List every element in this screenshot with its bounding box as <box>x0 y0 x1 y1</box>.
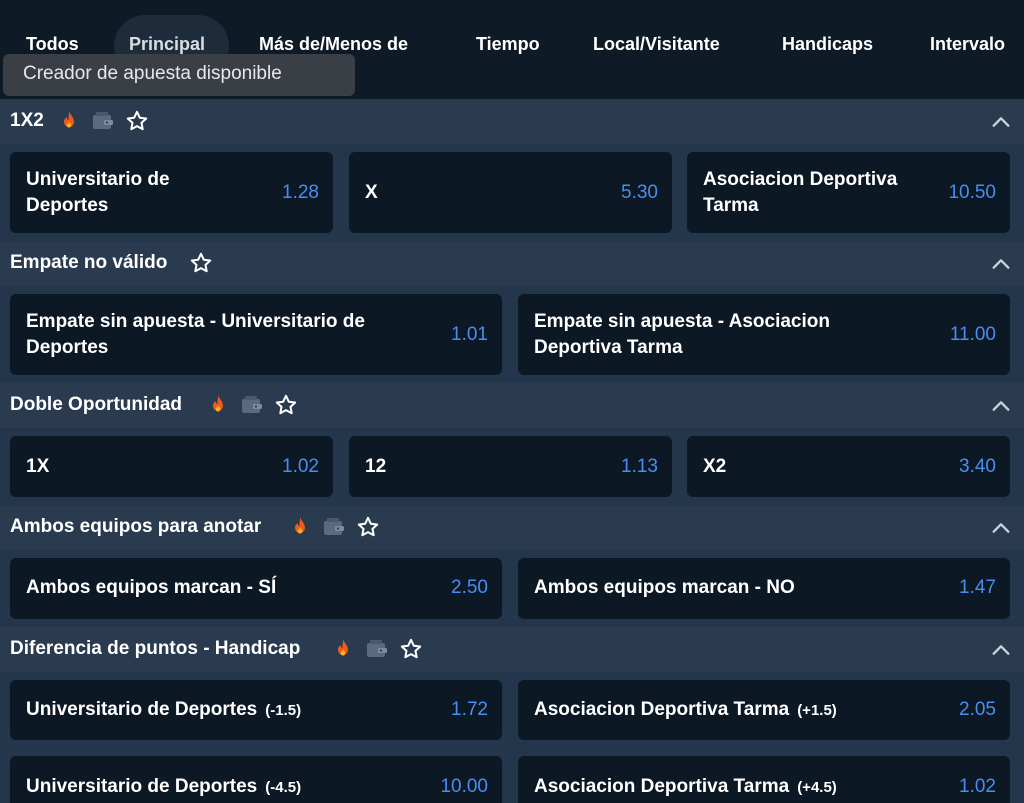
chevron-up-icon[interactable] <box>990 253 1012 275</box>
chevron-up-icon[interactable] <box>990 639 1012 661</box>
odds-cell[interactable]: X 5.30 <box>349 152 672 233</box>
star-icon[interactable] <box>399 637 423 661</box>
tab-principal[interactable]: Principal <box>129 34 205 55</box>
handicap-line: (-4.5) <box>265 779 302 796</box>
odds-value: 1.47 <box>959 577 996 598</box>
star-icon[interactable] <box>274 393 298 417</box>
star-icon[interactable] <box>356 515 380 539</box>
handicap-line: (-1.5) <box>265 702 302 719</box>
odds-cell[interactable]: X2 3.40 <box>687 436 1010 497</box>
odds-value: 1.01 <box>451 324 488 345</box>
selection-label: X <box>365 182 378 203</box>
chevron-up-icon[interactable] <box>990 517 1012 539</box>
fire-icon <box>331 637 355 661</box>
odds-cell[interactable]: Universitario de Deportes 1.28 <box>10 152 333 233</box>
odds-cell[interactable]: Empate sin apuesta - Universitario de De… <box>10 294 502 375</box>
section-header-empate-no-valido[interactable]: Empate no válido <box>0 241 1024 286</box>
handicap-line: (+4.5) <box>797 779 837 796</box>
selection-label: 1X <box>26 456 50 477</box>
selection-label: Empate sin apuesta - Universitario de De… <box>26 311 365 358</box>
wallet-icon <box>365 637 389 661</box>
section-body-empate-no-valido: Empate sin apuesta - Universitario de De… <box>0 286 1024 383</box>
team-name: Asociacion Deportiva Tarma <box>534 699 790 720</box>
odds-cell[interactable]: Empate sin apuesta - Asociacion Deportiv… <box>518 294 1010 375</box>
tab-intervalo[interactable]: Intervalo <box>930 34 1024 55</box>
odds-cell[interactable]: Asociacion Deportiva Tarma 10.50 <box>687 152 1010 233</box>
odds-value: 1.02 <box>959 776 996 797</box>
star-icon[interactable] <box>125 109 149 133</box>
odds-value: 2.05 <box>959 699 996 720</box>
selection-label: Universitario de Deportes (-4.5) <box>26 774 301 801</box>
odds-value: 1.28 <box>282 182 319 203</box>
section-header-ambos-equipos[interactable]: Ambos equipos para anotar <box>0 505 1024 550</box>
chevron-up-icon[interactable] <box>990 395 1012 417</box>
team-name: Universitario de Deportes <box>26 699 258 720</box>
odds-cell[interactable]: 1X 1.02 <box>10 436 333 497</box>
section-header-handicap[interactable]: Diferencia de puntos - Handicap <box>0 627 1024 672</box>
tab-todos[interactable]: Todos <box>26 34 79 55</box>
odds-value: 5.30 <box>621 182 658 203</box>
selection-label: Ambos equipos marcan - NO <box>534 577 795 598</box>
tab-local-visitante[interactable]: Local/Visitante <box>593 34 720 55</box>
odds-value: 1.02 <box>282 456 319 477</box>
fire-icon <box>206 393 230 417</box>
section-title: Diferencia de puntos - Handicap <box>10 638 301 659</box>
odds-value: 10.00 <box>440 776 488 797</box>
tab-handicaps[interactable]: Handicaps <box>782 34 873 55</box>
odds-cell[interactable]: 12 1.13 <box>349 436 672 497</box>
section-body-doble-oportunidad: 1X 1.02 12 1.13 X2 3.40 <box>0 428 1024 505</box>
handicap-line: (+1.5) <box>797 702 837 719</box>
star-icon[interactable] <box>189 251 213 275</box>
section-body-handicap: Universitario de Deportes (-1.5) 1.72 Aso… <box>0 672 1024 803</box>
section-body-ambos-equipos: Ambos equipos marcan - SÍ 2.50 Ambos equ… <box>0 550 1024 627</box>
odds-cell[interactable]: Ambos equipos marcan - NO 1.47 <box>518 558 1010 619</box>
wallet-icon <box>91 109 115 133</box>
odds-cell[interactable]: Asociacion Deportiva Tarma (+1.5) 2.05 <box>518 680 1010 740</box>
fire-icon <box>57 109 81 133</box>
section-title: Ambos equipos para anotar <box>10 516 262 537</box>
wallet-icon <box>322 515 346 539</box>
selection-label: Empate sin apuesta - Asociacion Deportiv… <box>534 311 830 358</box>
odds-cell[interactable]: Ambos equipos marcan - SÍ 2.50 <box>10 558 502 619</box>
odds-value: 10.50 <box>948 182 996 203</box>
odds-value: 1.72 <box>451 699 488 720</box>
selection-label: Ambos equipos marcan - SÍ <box>26 577 277 598</box>
section-title: Doble Oportunidad <box>10 394 183 415</box>
section-header-1x2[interactable]: 1X2 <box>0 99 1024 144</box>
selection-label: Asociacion Deportiva Tarma (+4.5) <box>534 774 837 801</box>
team-name: Asociacion Deportiva Tarma <box>534 776 790 797</box>
selection-label: 12 <box>365 456 387 477</box>
odds-value: 2.50 <box>451 577 488 598</box>
selection-label: Asociacion Deportiva Tarma (+1.5) <box>534 697 837 724</box>
team-name: Universitario de Deportes <box>26 776 258 797</box>
odds-value: 1.13 <box>621 456 658 477</box>
odds-cell[interactable]: Asociacion Deportiva Tarma (+4.5) 1.02 <box>518 756 1010 803</box>
section-title: 1X2 <box>10 110 44 131</box>
chevron-up-icon[interactable] <box>990 111 1012 133</box>
bet-builder-tooltip: Creador de apuesta disponible <box>3 54 355 96</box>
section-body-1x2: Universitario de Deportes 1.28 X 5.30 As… <box>0 144 1024 241</box>
odds-value: 3.40 <box>959 456 996 477</box>
tab-tiempo[interactable]: Tiempo <box>476 34 540 55</box>
selection-label: Asociacion Deportiva Tarma <box>703 169 898 216</box>
odds-value: 11.00 <box>949 324 996 345</box>
tab-mas-menos[interactable]: Más de/Menos de <box>259 34 408 55</box>
section-header-doble-oportunidad[interactable]: Doble Oportunidad <box>0 383 1024 428</box>
wallet-icon <box>240 393 264 417</box>
selection-label: Universitario de Deportes <box>26 169 170 216</box>
selection-label: Universitario de Deportes (-1.5) <box>26 697 301 724</box>
odds-cell[interactable]: Universitario de Deportes (-1.5) 1.72 <box>10 680 502 740</box>
odds-cell[interactable]: Universitario de Deportes (-4.5) 10.00 <box>10 756 502 803</box>
fire-icon <box>288 515 312 539</box>
selection-label: X2 <box>703 456 727 477</box>
section-title: Empate no válido <box>10 252 168 273</box>
